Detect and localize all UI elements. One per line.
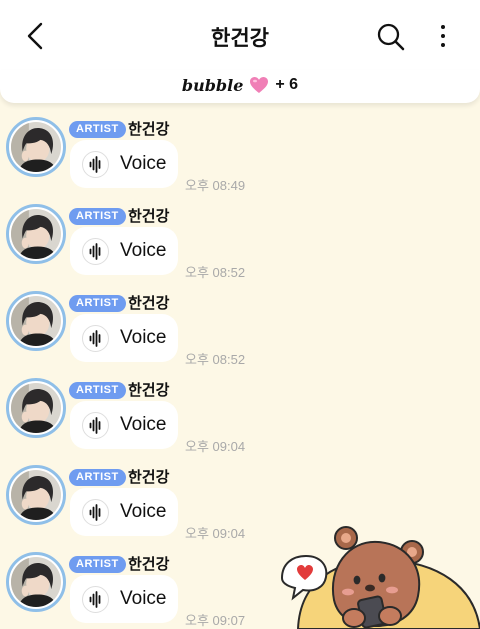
artist-badge: ARTIST (69, 556, 126, 573)
search-icon[interactable] (376, 22, 406, 52)
subscription-bar[interactable]: bubble + 6 (0, 70, 480, 103)
voice-message-bubble[interactable]: Voice (70, 488, 178, 536)
sender-name: 한건강 (128, 382, 170, 399)
avatar-image (11, 296, 61, 346)
artist-badge: ARTIST (69, 382, 126, 399)
message-row: ARTIST 한건강 Voice 오후 08:52 (0, 291, 480, 378)
avatar[interactable] (6, 378, 66, 438)
avatar[interactable] (6, 552, 66, 612)
voice-message-bubble[interactable]: Voice (70, 140, 178, 188)
voice-label: Voice (120, 414, 167, 435)
avatar-image (11, 557, 61, 607)
sender-name: 한건강 (128, 295, 170, 312)
more-vertical-icon[interactable] (436, 22, 450, 50)
voice-waveform-icon[interactable] (82, 586, 109, 613)
artist-badge: ARTIST (69, 469, 126, 486)
artist-badge: ARTIST (69, 208, 126, 225)
artist-badge: ARTIST (69, 121, 126, 138)
avatar-image (11, 383, 61, 433)
voice-waveform-icon[interactable] (82, 325, 109, 352)
voice-label: Voice (120, 153, 167, 174)
message-row: ARTIST 한건강 Voice 오후 09:04 (0, 378, 480, 465)
voice-message-bubble[interactable]: Voice (70, 227, 178, 275)
sender-name: 한건강 (128, 556, 170, 573)
message-row: ARTIST 한건강 Voice 오후 08:49 (0, 117, 480, 204)
bear-sticker (280, 526, 480, 629)
avatar[interactable] (6, 291, 66, 351)
message-time: 오후 08:49 (185, 178, 246, 193)
subscription-count: + 6 (275, 76, 299, 93)
chat-title: 한건강 (211, 27, 269, 50)
voice-message-bubble[interactable]: Voice (70, 314, 178, 362)
message-time: 오후 09:07 (185, 613, 246, 628)
voice-label: Voice (120, 240, 167, 261)
heart-icon (250, 77, 269, 93)
voice-waveform-icon[interactable] (82, 499, 109, 526)
voice-label: Voice (120, 327, 167, 348)
message-time: 오후 08:52 (185, 352, 246, 367)
sender-name: 한건강 (128, 469, 170, 486)
voice-message-bubble[interactable]: Voice (70, 575, 178, 623)
avatar[interactable] (6, 117, 66, 177)
avatar[interactable] (6, 204, 66, 264)
avatar-image (11, 470, 61, 520)
voice-waveform-icon[interactable] (82, 412, 109, 439)
avatar-image (11, 122, 61, 172)
message-time: 오후 09:04 (185, 439, 246, 454)
sender-name: 한건강 (128, 121, 170, 138)
voice-message-bubble[interactable]: Voice (70, 401, 178, 449)
bubble-brand: bubble (181, 75, 244, 95)
avatar[interactable] (6, 465, 66, 525)
voice-waveform-icon[interactable] (82, 238, 109, 265)
avatar-image (11, 209, 61, 259)
message-time: 오후 08:52 (185, 265, 246, 280)
top-bar: 한건강 (0, 0, 480, 70)
voice-label: Voice (120, 588, 167, 609)
sender-name: 한건강 (128, 208, 170, 225)
message-row: ARTIST 한건강 Voice 오후 08:52 (0, 204, 480, 291)
artist-badge: ARTIST (69, 295, 126, 312)
message-time: 오후 09:04 (185, 526, 246, 541)
voice-label: Voice (120, 501, 167, 522)
voice-waveform-icon[interactable] (82, 151, 109, 178)
